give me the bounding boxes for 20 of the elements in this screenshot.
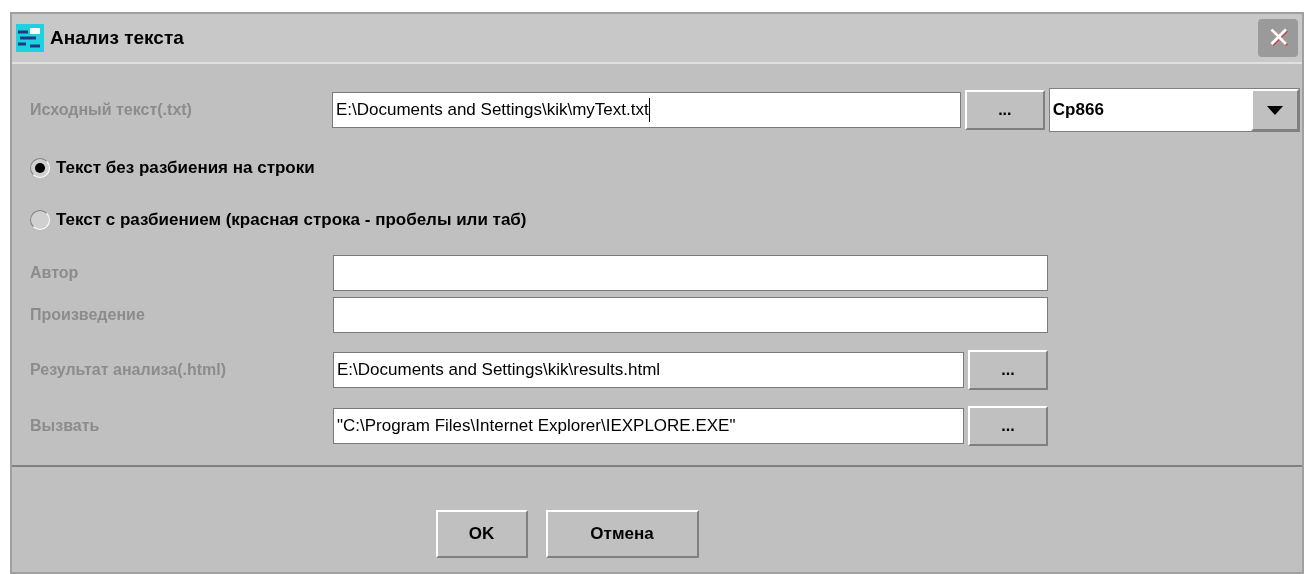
encoding-dropdown[interactable]: Cp866 [1048,88,1300,132]
ok-button[interactable]: OK [435,510,528,558]
text-field[interactable]: E:\Documents and Settings\kik\results.html [333,352,964,388]
text-field[interactable]: "C:\Program Files\Internet Explorer\IEXPLORE.EXE" [333,408,964,444]
radio-label: Текст без разбиения на строки [56,157,315,180]
dropdown-arrow-button[interactable] [1251,89,1299,131]
browse-button[interactable]: ... [968,406,1048,446]
radio-label: Текст с разбиением (красная строка - пробелы или таб) [56,209,527,232]
caret-down-icon [1267,105,1283,115]
dropdown-value: Cp866 [1051,99,1105,122]
app-icon [16,24,44,52]
radio-button[interactable] [30,158,50,178]
browse-button[interactable]: ... [964,90,1045,130]
text-field[interactable] [333,255,1048,291]
radio-button[interactable] [30,210,50,230]
text-field[interactable] [333,297,1048,333]
window-title: Анализ текста [50,25,184,50]
browse-button[interactable]: ... [968,350,1048,390]
text-field[interactable]: E:\Documents and Settings\kik\myText.txt [331,92,961,128]
cancel-button[interactable]: Отмена [545,510,699,558]
